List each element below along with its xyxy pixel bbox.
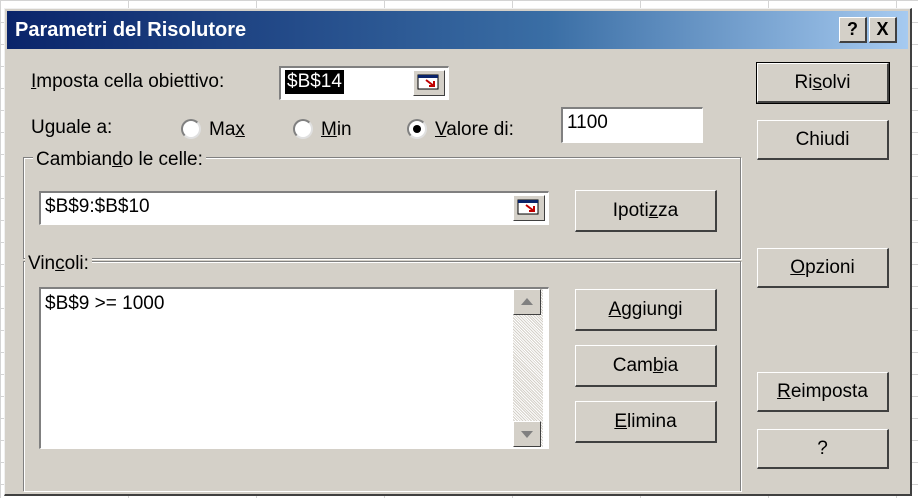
radio-value-of[interactable] <box>407 119 427 139</box>
change-constraint-button[interactable]: Cambia <box>575 345 717 387</box>
constraints-list[interactable]: $B$9 >= 1000 <box>39 287 549 449</box>
close-title-button[interactable]: X <box>869 17 897 43</box>
target-cell-value: $B$14 <box>285 70 344 94</box>
value-of-input[interactable]: 1100 <box>561 107 703 143</box>
changing-cells-input[interactable]: $B$9:$B$10 <box>39 191 549 225</box>
changing-cells-ref-button[interactable] <box>513 195 545 221</box>
arrow-down-icon <box>521 431 533 438</box>
options-button[interactable]: Opzioni <box>757 248 889 288</box>
constraints-scrollbar[interactable] <box>513 289 543 447</box>
title-bar[interactable]: Parametri del Risolutore ? X <box>7 11 908 49</box>
equal-to-label: Uguale a: <box>31 117 113 138</box>
radio-value-of-label: Valore di: <box>435 119 514 140</box>
range-select-icon <box>517 199 539 215</box>
radio-min-label: Min <box>321 119 352 140</box>
changing-cells-label: Cambiando le celle: <box>33 149 206 171</box>
radio-min[interactable] <box>293 119 313 139</box>
help-button[interactable]: ? <box>757 429 889 469</box>
close-button[interactable]: Chiudi <box>757 120 889 160</box>
reset-button[interactable]: Reimposta <box>757 372 889 412</box>
radio-max-label: Max <box>209 119 245 140</box>
solve-button[interactable]: Risolvi <box>756 62 890 104</box>
constraints-label: Vincoli: <box>25 253 92 275</box>
scroll-down-button[interactable] <box>513 421 541 447</box>
help-title-button[interactable]: ? <box>839 17 867 43</box>
target-cell-ref-button[interactable] <box>413 70 445 96</box>
radio-max[interactable] <box>181 119 201 139</box>
solver-dialog: Parametri del Risolutore ? X Imposta cel… <box>4 8 912 496</box>
scroll-up-button[interactable] <box>513 289 541 315</box>
guess-button[interactable]: Ipotizza <box>575 190 717 232</box>
arrow-up-icon <box>521 298 533 305</box>
target-cell-label: Imposta cella obiettivo: <box>31 71 225 92</box>
range-select-icon <box>417 74 439 90</box>
add-constraint-button[interactable]: Aggiungi <box>575 289 717 331</box>
dialog-title: Parametri del Risolutore <box>15 19 247 41</box>
delete-constraint-button[interactable]: Elimina <box>575 401 717 443</box>
list-item[interactable]: $B$9 >= 1000 <box>45 291 548 317</box>
